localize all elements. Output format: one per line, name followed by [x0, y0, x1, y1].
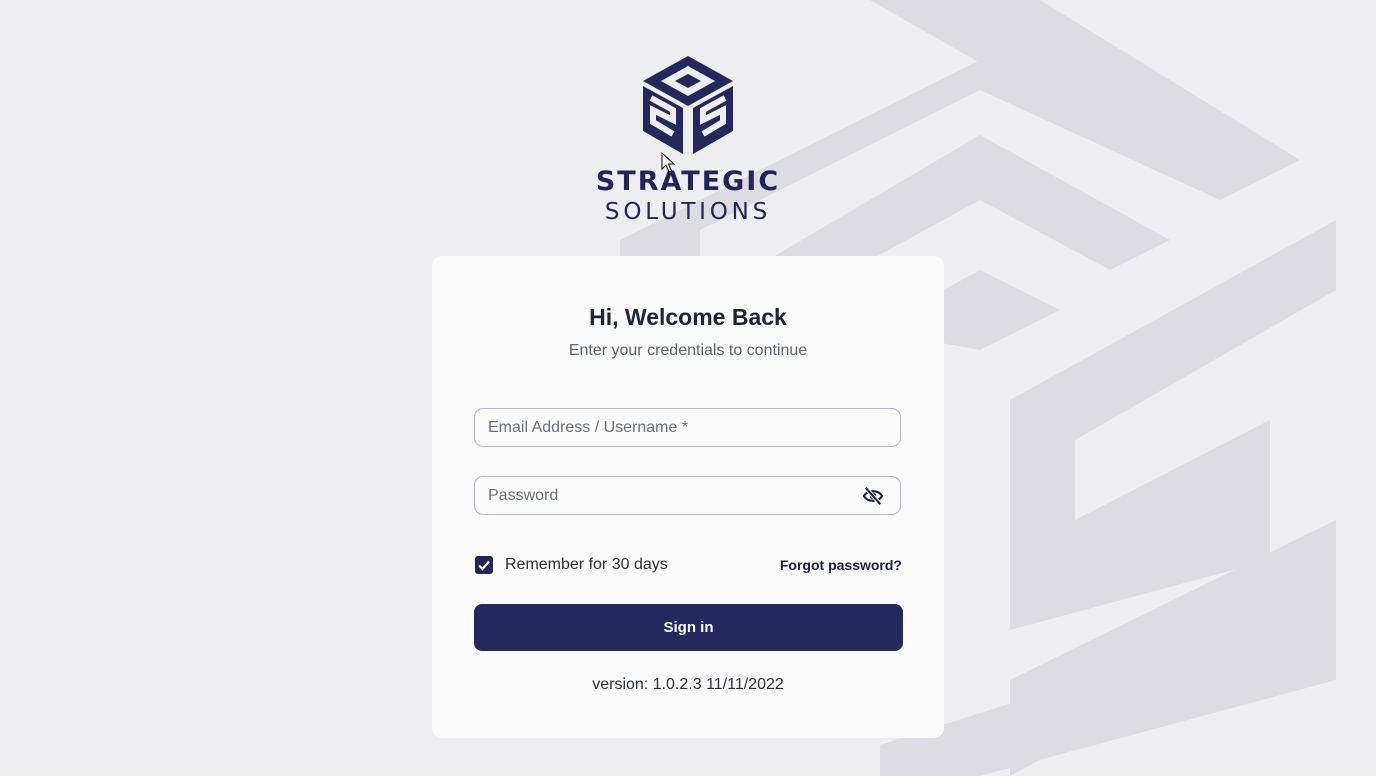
page-title: Hi, Welcome Back [589, 304, 787, 330]
cube-logo-icon [643, 56, 733, 154]
forgot-password-link[interactable]: Forgot password? [780, 556, 902, 574]
login-card: Hi, Welcome Back Enter your credentials … [432, 256, 944, 738]
email-field [474, 408, 901, 447]
sign-in-button[interactable]: Sign in [474, 604, 903, 651]
version-text: version: 1.0.2.3 11/11/2022 [592, 676, 784, 693]
remember-label: Remember for 30 days [505, 556, 668, 573]
check-icon [478, 560, 490, 571]
remember-checkbox[interactable] [475, 556, 493, 574]
brand-name-line1: STRATEGIC [595, 166, 781, 197]
strategic-solutions-logo: STRATEGIC SOLUTIONS [588, 56, 788, 226]
eye-off-icon[interactable] [862, 486, 884, 506]
mouse-cursor-icon [661, 152, 675, 173]
password-field [474, 476, 901, 515]
page-subtitle: Enter your credentials to continue [568, 342, 808, 359]
brand-name-line2: SOLUTIONS [604, 199, 772, 225]
email-input[interactable] [475, 409, 900, 446]
password-input[interactable] [475, 477, 900, 514]
